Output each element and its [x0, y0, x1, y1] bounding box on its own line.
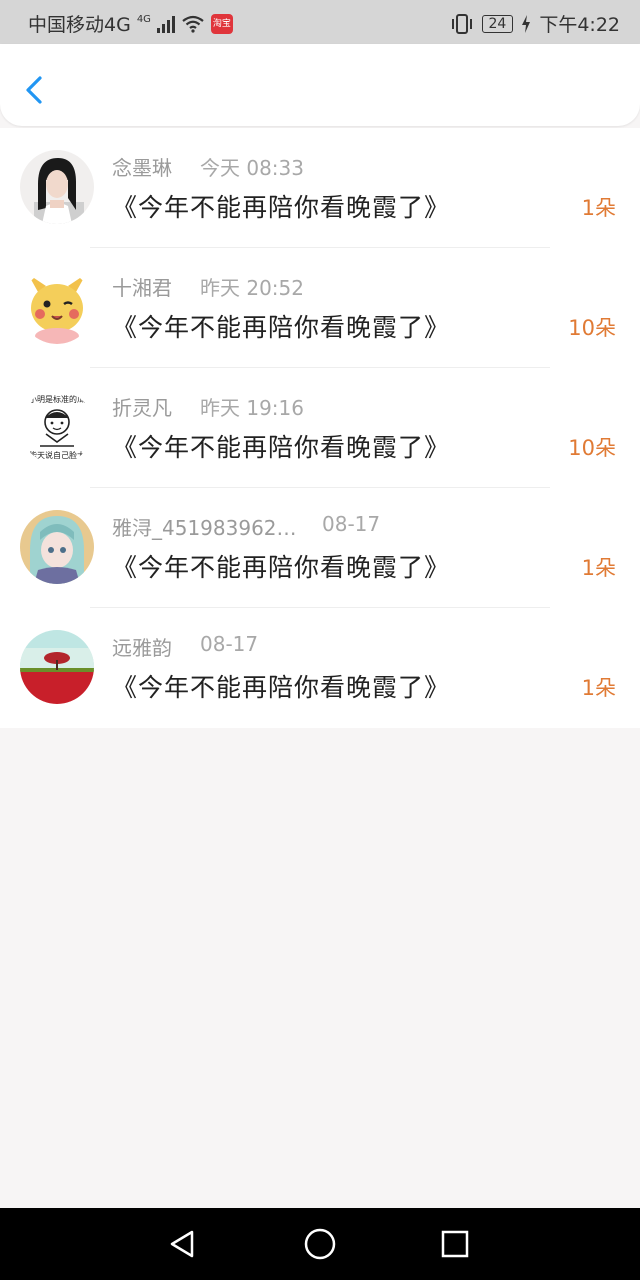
avatar[interactable]	[20, 630, 94, 704]
sender-name: 折灵凡	[112, 396, 172, 420]
story-title: 《今年不能再陪你看晚霞了》	[112, 313, 451, 342]
send-time: 08-17	[322, 512, 381, 536]
sender-name: 雅浔_451983962…	[112, 516, 297, 540]
avatar[interactable]	[20, 270, 94, 344]
sender-name: 念墨琳	[112, 156, 172, 180]
send-time: 今天 08:33	[200, 156, 304, 180]
send-time: 08-17	[200, 632, 259, 656]
list-item[interactable]: 念墨琳 今天 08:33 《今年不能再陪你看晚霞了》 1朵	[0, 128, 640, 248]
flower-count: 1朵	[581, 676, 616, 700]
story-title: 《今年不能再陪你看晚霞了》	[112, 673, 451, 702]
avatar[interactable]	[20, 150, 94, 224]
signal-icon	[156, 15, 175, 33]
sender-name: 远雅韵	[112, 636, 172, 660]
avatar[interactable]: 小明是标准的瓜 能天说自己脸大	[20, 390, 94, 464]
chevron-left-icon[interactable]	[20, 72, 48, 108]
charging-icon	[522, 14, 531, 33]
story-title: 《今年不能再陪你看晚霞了》	[112, 553, 451, 582]
clock: 下午4:22	[539, 14, 620, 36]
taobao-app-icon: 淘宝	[210, 13, 233, 34]
flower-count: 10朵	[568, 436, 616, 460]
status-right: 24 下午4:22	[450, 10, 620, 37]
header	[0, 44, 640, 126]
sender-name: 十湘君	[112, 276, 172, 300]
navigation-bar	[0, 1208, 640, 1280]
story-title: 《今年不能再陪你看晚霞了》	[112, 193, 451, 222]
network-badge: 4G	[136, 14, 151, 25]
battery-icon: 24	[481, 14, 514, 33]
list-item[interactable]: 远雅韵 08-17 《今年不能再陪你看晚霞了》 1朵	[0, 608, 640, 728]
status-left: 中国移动4G 4G 淘宝	[28, 10, 233, 37]
flower-count: 1朵	[581, 556, 616, 580]
wifi-icon	[182, 15, 204, 33]
send-time: 昨天 20:52	[200, 276, 304, 300]
list-item[interactable]: 雅浔_451983962… 08-17 《今年不能再陪你看晚霞了》 1朵	[0, 488, 640, 608]
flower-count: 1朵	[581, 196, 616, 220]
gift-list: 念墨琳 今天 08:33 《今年不能再陪你看晚霞了》 1朵 十湘君 昨天 20:…	[0, 128, 640, 728]
home-circle-icon[interactable]	[302, 1226, 338, 1262]
avatar-caption-bottom: 能天说自己脸大	[29, 450, 85, 460]
flower-count: 10朵	[568, 316, 616, 340]
story-title: 《今年不能再陪你看晚霞了》	[112, 433, 451, 462]
recents-square-icon[interactable]	[437, 1226, 473, 1262]
avatar[interactable]	[20, 510, 94, 584]
send-time: 昨天 19:16	[200, 396, 304, 420]
vibrate-icon	[451, 13, 472, 34]
back-triangle-icon[interactable]	[164, 1226, 200, 1262]
carrier-label: 中国移动4G	[28, 14, 131, 36]
avatar-caption-top: 小明是标准的瓜	[29, 394, 85, 404]
list-item[interactable]: 十湘君 昨天 20:52 《今年不能再陪你看晚霞了》 10朵	[0, 248, 640, 368]
list-item[interactable]: 小明是标准的瓜 能天说自己脸大 折灵凡 昨天 19:16 《今年不能再陪你看晚霞…	[0, 368, 640, 488]
status-bar: 中国移动4G 4G 淘宝 24 下午4:22	[0, 0, 640, 44]
